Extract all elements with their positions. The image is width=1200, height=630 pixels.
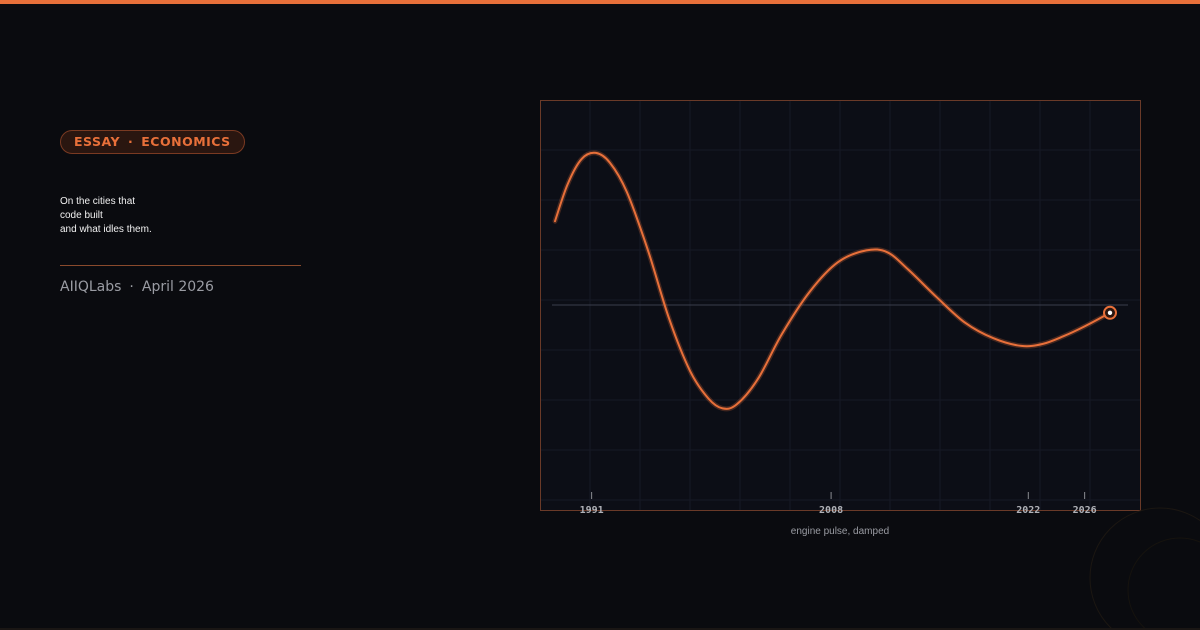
decorative-circles <box>1089 507 1200 630</box>
x-axis-label: engine pulse, damped <box>790 526 890 537</box>
line-chart: 1991 2008 2022 2026 <box>540 100 1141 516</box>
end-marker-dot <box>1107 310 1113 315</box>
decorative-circle-outer <box>1089 507 1200 630</box>
decorative-circle-inner <box>1127 537 1200 630</box>
x-tick-label: 1991 <box>580 505 604 516</box>
x-tick-label: 2022 <box>1016 505 1040 516</box>
x-tick-label: 2008 <box>819 505 843 516</box>
